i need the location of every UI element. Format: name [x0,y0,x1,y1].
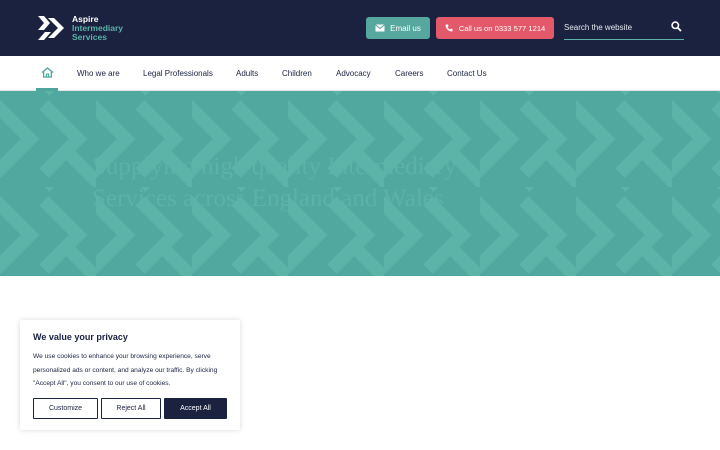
nav-item-contact-us[interactable]: Contact Us [447,56,487,91]
call-us-label: Call us on 0333 577 1214 [458,23,546,33]
hero-title: Supplying high quality Intermediary Serv… [92,153,457,212]
phone-icon [445,24,453,32]
call-us-button[interactable]: Call us on 0333 577 1214 [436,17,554,39]
nav-item-advocacy[interactable]: Advocacy [336,56,371,91]
accept-all-button[interactable]: Accept All [164,398,227,419]
hero-banner: Supplying high quality Intermediary Serv… [0,91,720,276]
search-input[interactable] [564,20,664,34]
logo-line-3: Services [72,31,107,42]
nav-home[interactable] [36,56,58,91]
aspire-chevrons-logo-icon [38,16,64,40]
nav-item-careers[interactable]: Careers [395,56,423,91]
reject-all-button[interactable]: Reject All [101,398,161,419]
search-icon[interactable] [671,21,682,32]
logo-wordmark: Aspire Intermediary Services [72,14,123,42]
nav-item-adults[interactable]: Adults [236,56,258,91]
email-us-button[interactable]: Email us [366,17,430,39]
site-logo[interactable]: Aspire Intermediary Services [36,12,123,44]
customize-button[interactable]: Customize [33,398,98,419]
cookie-title: We value your privacy [33,332,128,342]
envelope-icon [375,24,385,32]
nav-item-who-we-are[interactable]: Who we are [77,56,120,91]
main-navigation: Who we are Legal Professionals Adults Ch… [0,56,720,91]
cookie-consent-banner: We value your privacy We use cookies to … [20,320,240,430]
top-header-bar: Aspire Intermediary Services Email us Ca… [0,0,720,56]
cookie-description: We use cookies to enhance your browsing … [33,353,218,387]
email-us-label: Email us [390,23,421,33]
header-search [564,16,684,40]
home-icon [41,66,53,78]
nav-item-children[interactable]: Children [282,56,312,91]
nav-item-legal-professionals[interactable]: Legal Professionals [143,56,213,91]
